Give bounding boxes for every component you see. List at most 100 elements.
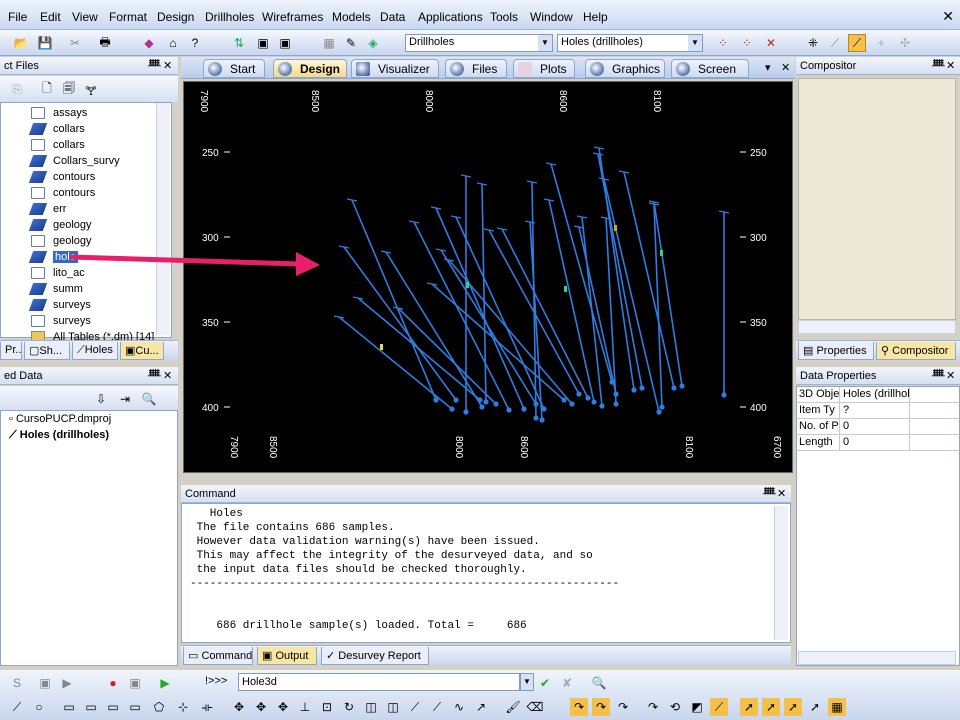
- chevron-down-icon[interactable]: ▼: [538, 35, 552, 51]
- search-icon[interactable]: 🔍: [590, 674, 608, 692]
- menu-tools[interactable]: Tools: [490, 10, 518, 24]
- menu-file[interactable]: File: [8, 10, 27, 24]
- brush-icon[interactable]: 🖌: [504, 698, 522, 716]
- add-point-icon[interactable]: +: [872, 34, 890, 52]
- box2-icon[interactable]: ◫: [384, 698, 402, 716]
- edit-tool-icon[interactable]: ⟋: [710, 698, 728, 716]
- pointer3-icon[interactable]: ➚: [784, 698, 802, 716]
- open-icon[interactable]: 📂: [12, 34, 30, 52]
- property-row[interactable]: No. of P 0: [797, 419, 959, 435]
- rotate3d-icon[interactable]: ⟲: [666, 698, 684, 716]
- edit-point-icon[interactable]: ⟋: [826, 34, 844, 52]
- rect3-icon[interactable]: ▭: [104, 698, 122, 716]
- menu-drillholes[interactable]: Drillholes: [205, 10, 254, 24]
- chevron-down-icon[interactable]: ▼: [520, 673, 534, 691]
- grid-icon[interactable]: ▦: [320, 34, 338, 52]
- menu-wireframes[interactable]: Wireframes: [262, 10, 323, 24]
- box-icon[interactable]: ◫: [362, 698, 380, 716]
- object-file-combo[interactable]: Holes (drillholes) ▼: [557, 34, 703, 52]
- drillhole-view[interactable]: 7900 8500 8000 8600 8100 7900 8500 8000 8600 8100…: [184, 82, 792, 472]
- command-input[interactable]: Hole3d: [238, 673, 520, 691]
- copy-icon[interactable]: ⎘: [8, 80, 26, 98]
- points-icon[interactable]: ⁘: [714, 34, 732, 52]
- tree-item[interactable]: surveys: [31, 313, 91, 329]
- refresh-icon[interactable]: ⇅: [230, 34, 248, 52]
- home-icon[interactable]: ⌂: [164, 34, 182, 52]
- tab-desurvey-report[interactable]: ✓ Desurvey Report: [321, 647, 429, 665]
- tree-item[interactable]: contours: [28, 169, 95, 185]
- move2-icon[interactable]: ✥: [252, 698, 270, 716]
- tab-holes[interactable]: ⟋Holes: [72, 342, 118, 360]
- tree-item[interactable]: geology: [31, 233, 92, 249]
- design-viewport[interactable]: 7900 8500 8000 8600 8100 7900 8500 8000 8600 8100…: [183, 81, 793, 473]
- files-icon[interactable]: 🗐: [60, 80, 78, 98]
- menu-format[interactable]: Format: [109, 10, 147, 24]
- play-icon[interactable]: ▶: [156, 674, 174, 692]
- tab-project[interactable]: Pr...: [0, 342, 22, 360]
- close-icon[interactable]: ✕: [942, 8, 954, 25]
- filter-icon[interactable]: 🝖: [82, 80, 100, 98]
- pointer2-icon[interactable]: ➚: [762, 698, 780, 716]
- tree-item[interactable]: collars: [31, 137, 85, 153]
- close-icon[interactable]: ✕: [163, 59, 172, 72]
- tab-files[interactable]: Files: [445, 59, 507, 78]
- tree-item[interactable]: collars: [28, 121, 85, 137]
- command-scrollbar[interactable]: [774, 506, 788, 640]
- tab-design[interactable]: Design: [273, 59, 347, 78]
- tree-item[interactable]: geology: [28, 217, 92, 233]
- tree-item[interactable]: summ: [28, 281, 83, 297]
- property-value[interactable]: 0: [843, 436, 911, 448]
- pointer4-icon[interactable]: ➚: [806, 698, 824, 716]
- tab-compositor[interactable]: ⚲ Compositor: [876, 342, 956, 360]
- record-pause-icon[interactable]: ▣: [126, 674, 144, 692]
- polygon-icon[interactable]: ⬠: [150, 698, 168, 716]
- pin-icon[interactable]: ᚙ: [148, 59, 161, 72]
- pin-icon[interactable]: ᚙ: [932, 369, 945, 382]
- menu-help[interactable]: Help: [583, 10, 608, 24]
- pointer-icon[interactable]: ➚: [740, 698, 758, 716]
- tree-item[interactable]: Collars_survy: [28, 153, 120, 169]
- snap-tool-icon[interactable]: ↷: [570, 698, 588, 716]
- redo-icon[interactable]: ↷: [644, 698, 662, 716]
- properties-hscroll[interactable]: [798, 651, 956, 665]
- rect2-icon[interactable]: ▭: [82, 698, 100, 716]
- pin-icon[interactable]: ᚙ: [763, 487, 776, 500]
- new-file-icon[interactable]: 🗋: [38, 80, 56, 98]
- tab-graphics[interactable]: Graphics: [585, 59, 665, 78]
- arrow-tool-icon[interactable]: ↗: [472, 698, 490, 716]
- tab-start[interactable]: Start: [203, 59, 265, 78]
- menu-applications[interactable]: Applications: [418, 10, 483, 24]
- chevron-down-icon[interactable]: ▼: [688, 35, 702, 51]
- print-icon[interactable]: 🖶: [96, 34, 114, 52]
- rotate-icon[interactable]: ↻: [340, 698, 358, 716]
- tree-item[interactable]: hole: [28, 249, 78, 265]
- shape-icon[interactable]: ◩: [688, 698, 706, 716]
- tab-cursor[interactable]: ▣Cu...: [120, 342, 164, 360]
- move-point-icon[interactable]: ✣: [896, 34, 914, 52]
- property-value[interactable]: ?: [843, 404, 911, 416]
- tree-scrollbar[interactable]: [156, 103, 170, 335]
- circle-icon[interactable]: ○: [30, 698, 48, 716]
- move-icon[interactable]: ✥: [230, 698, 248, 716]
- help-icon[interactable]: ?: [186, 34, 204, 52]
- accept-icon[interactable]: ✔: [536, 674, 554, 692]
- snap3-tool-icon[interactable]: ↷: [614, 698, 632, 716]
- tree-item[interactable]: contours: [31, 185, 95, 201]
- align-icon[interactable]: ⊥: [296, 698, 314, 716]
- property-row[interactable]: Item Ty?: [797, 403, 959, 419]
- link-icon[interactable]: ⟋: [406, 698, 424, 716]
- tab-visualizer[interactable]: Visualizer: [351, 59, 439, 78]
- close-icon[interactable]: ✕: [946, 369, 955, 382]
- eraser-icon[interactable]: ⌫: [526, 698, 544, 716]
- run-icon[interactable]: ▶: [58, 674, 76, 692]
- menu-edit[interactable]: Edit: [40, 10, 61, 24]
- select-point-icon[interactable]: ⁜: [804, 34, 822, 52]
- snap2-tool-icon[interactable]: ↷: [592, 698, 610, 716]
- object-type-combo[interactable]: Drillholes ▼: [405, 34, 553, 52]
- grid-tool-icon[interactable]: ▦: [828, 698, 846, 716]
- property-row[interactable]: Length 0: [797, 435, 959, 451]
- snap-icon[interactable]: ⟋: [848, 34, 866, 52]
- rect-icon[interactable]: ▭: [60, 698, 78, 716]
- window-icon[interactable]: ▣: [254, 34, 272, 52]
- move3-icon[interactable]: ✥: [274, 698, 292, 716]
